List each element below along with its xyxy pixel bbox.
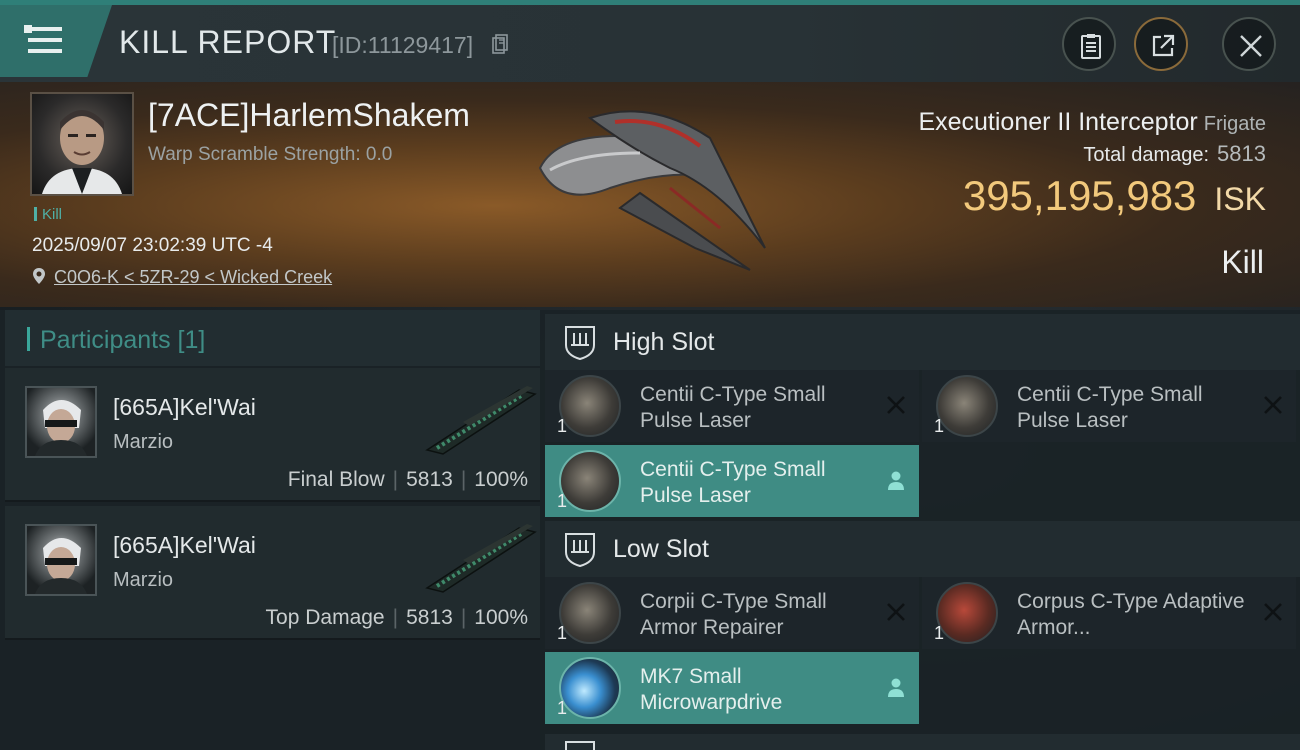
module-item[interactable]: 1 Centii C-Type Small Pulse Laser — [922, 370, 1296, 442]
slot-icon — [565, 741, 595, 750]
report-id: [ID:11129417] — [332, 32, 474, 58]
victim-ship-name[interactable]: Executioner II Interceptor Frigate — [918, 108, 1266, 137]
total-damage-label: Total damage: — [1083, 144, 1210, 166]
low-slot-label: Low Slot — [613, 535, 709, 563]
low-slot-icon — [565, 533, 595, 568]
armor-repairer-icon — [559, 582, 621, 644]
participants-title: Participants [1] — [40, 326, 206, 354]
high-slot-label: High Slot — [613, 328, 715, 356]
participant-avatar[interactable] — [25, 524, 97, 596]
menu-button[interactable] — [0, 5, 112, 77]
participant-name[interactable]: [665A]Kel'Wai — [113, 532, 256, 559]
module-qty: 1 — [557, 623, 568, 643]
module-item[interactable]: 1 MK7 Small Microwarpdrive — [545, 652, 919, 724]
participant-percent: 100% — [474, 468, 528, 491]
destroyed-icon — [887, 396, 905, 414]
module-item[interactable]: 1 Centii C-Type Small Pulse Laser — [545, 445, 919, 517]
participant-stats: Final Blow | 5813 | 100% — [287, 468, 528, 491]
dropped-person-icon — [888, 678, 904, 697]
kill-result: Kill — [1221, 244, 1264, 280]
destroyed-icon — [1264, 603, 1282, 621]
victim-portrait[interactable] — [30, 92, 134, 196]
module-qty: 1 — [934, 623, 945, 643]
participant-damage: 5813 — [406, 468, 453, 491]
high-slot-header: High Slot — [545, 314, 1300, 370]
isk-amount: 395,195,983 — [962, 172, 1197, 219]
pulse-laser-icon — [559, 375, 621, 437]
warp-scramble-strength: Warp Scramble Strength: 0.0 — [148, 144, 393, 165]
header-accent — [27, 327, 30, 351]
module-qty: 1 — [557, 491, 568, 511]
module-qty: 1 — [934, 416, 945, 436]
clipboard-icon — [1081, 34, 1101, 59]
module-name: Corpii C-Type Small Armor Repairer — [640, 590, 827, 639]
participant-damage: 5813 — [406, 606, 453, 629]
pilot-portrait-icon — [35, 400, 87, 456]
destroyed-icon — [1264, 396, 1282, 414]
participants-header: Participants [1] — [5, 310, 540, 366]
module-name: MK7 Small Microwarpdrive — [640, 665, 783, 714]
header-bar: KILL REPORT [ID:11129417] — [0, 0, 1300, 82]
participant-card[interactable]: [665A]Kel'Wai Marzio Final Blow | 5813 | 100… — [5, 368, 540, 502]
module-qty: 1 — [557, 416, 568, 436]
participant-name[interactable]: [665A]Kel'Wai — [113, 394, 256, 421]
participants-panel: Participants [1] [665A]Kel'Wai Marzio Fi… — [0, 310, 540, 750]
microwarpdrive-icon — [559, 657, 621, 719]
victim-ship-image — [538, 110, 766, 271]
total-damage-value: 5813 — [1217, 141, 1266, 166]
participant-role: Top Damage — [265, 606, 385, 629]
pilot-portrait-icon — [42, 110, 122, 194]
next-slot-header — [545, 734, 1300, 750]
participant-percent: 100% — [474, 606, 528, 629]
isk-value: 395,195,983 ISK — [963, 172, 1266, 220]
ship-class: Frigate — [1203, 113, 1266, 135]
participant-ship-image — [425, 386, 537, 455]
module-qty: 1 — [557, 698, 568, 718]
page-title: KILL REPORT — [119, 24, 337, 60]
close-button[interactable] — [1222, 17, 1276, 71]
module-item[interactable]: 1 Corpii C-Type Small Armor Repairer — [545, 577, 919, 649]
participant-card[interactable]: [665A]Kel'Wai Marzio Top Damage | 5813 | 100… — [5, 506, 540, 640]
participant-stats: Top Damage | 5813 | 100% — [265, 606, 528, 629]
kill-tag: Kill — [34, 206, 62, 223]
module-name: Centii C-Type Small Pulse Laser — [1017, 383, 1203, 432]
pilot-portrait-icon — [35, 538, 87, 594]
low-slot-header: Low Slot — [545, 521, 1300, 577]
high-slot-icon — [565, 326, 595, 361]
clipboard-button[interactable] — [1062, 17, 1116, 71]
kill-report-window: KILL REPORT [ID:11129417] [7ACE]HarlemSh… — [0, 0, 1300, 750]
module-item[interactable]: 1 Corpus C-Type Adaptive Armor... — [922, 577, 1296, 649]
module-name: Centii C-Type Small Pulse Laser — [640, 383, 826, 432]
menu-icon — [24, 25, 62, 53]
participant-ship: Marzio — [113, 569, 174, 591]
victim-name[interactable]: [7ACE]HarlemShakem — [148, 97, 470, 134]
ship-name-text: Executioner II Interceptor — [918, 108, 1198, 136]
module-name: Centii C-Type Small Pulse Laser — [640, 458, 826, 507]
total-damage: Total damage: 5813 — [1083, 141, 1266, 167]
share-button[interactable] — [1134, 17, 1188, 71]
share-icon — [1152, 34, 1175, 57]
copy-icon[interactable] — [492, 34, 508, 54]
participant-avatar[interactable] — [25, 386, 97, 458]
isk-unit: ISK — [1214, 181, 1266, 217]
dropped-person-icon — [888, 471, 904, 490]
fitting-panel: High Slot 1 Centii C-Type Small Pulse La… — [540, 310, 1300, 750]
pulse-laser-icon — [559, 450, 621, 512]
participant-role: Final Blow — [287, 468, 385, 491]
location-pin-icon — [33, 268, 45, 284]
kill-datetime: 2025/09/07 23:02:39 UTC -4 — [32, 235, 273, 256]
close-icon — [1240, 35, 1262, 57]
pulse-laser-icon — [936, 375, 998, 437]
module-name: Corpus C-Type Adaptive Armor... — [1017, 590, 1245, 639]
participant-ship: Marzio — [113, 431, 174, 453]
module-item[interactable]: 1 Centii C-Type Small Pulse Laser — [545, 370, 919, 442]
participant-ship-image — [425, 524, 537, 593]
adaptive-armor-icon — [936, 582, 998, 644]
location-link[interactable]: C0O6-K < 5ZR-29 < Wicked Creek — [54, 267, 332, 288]
destroyed-icon — [887, 603, 905, 621]
